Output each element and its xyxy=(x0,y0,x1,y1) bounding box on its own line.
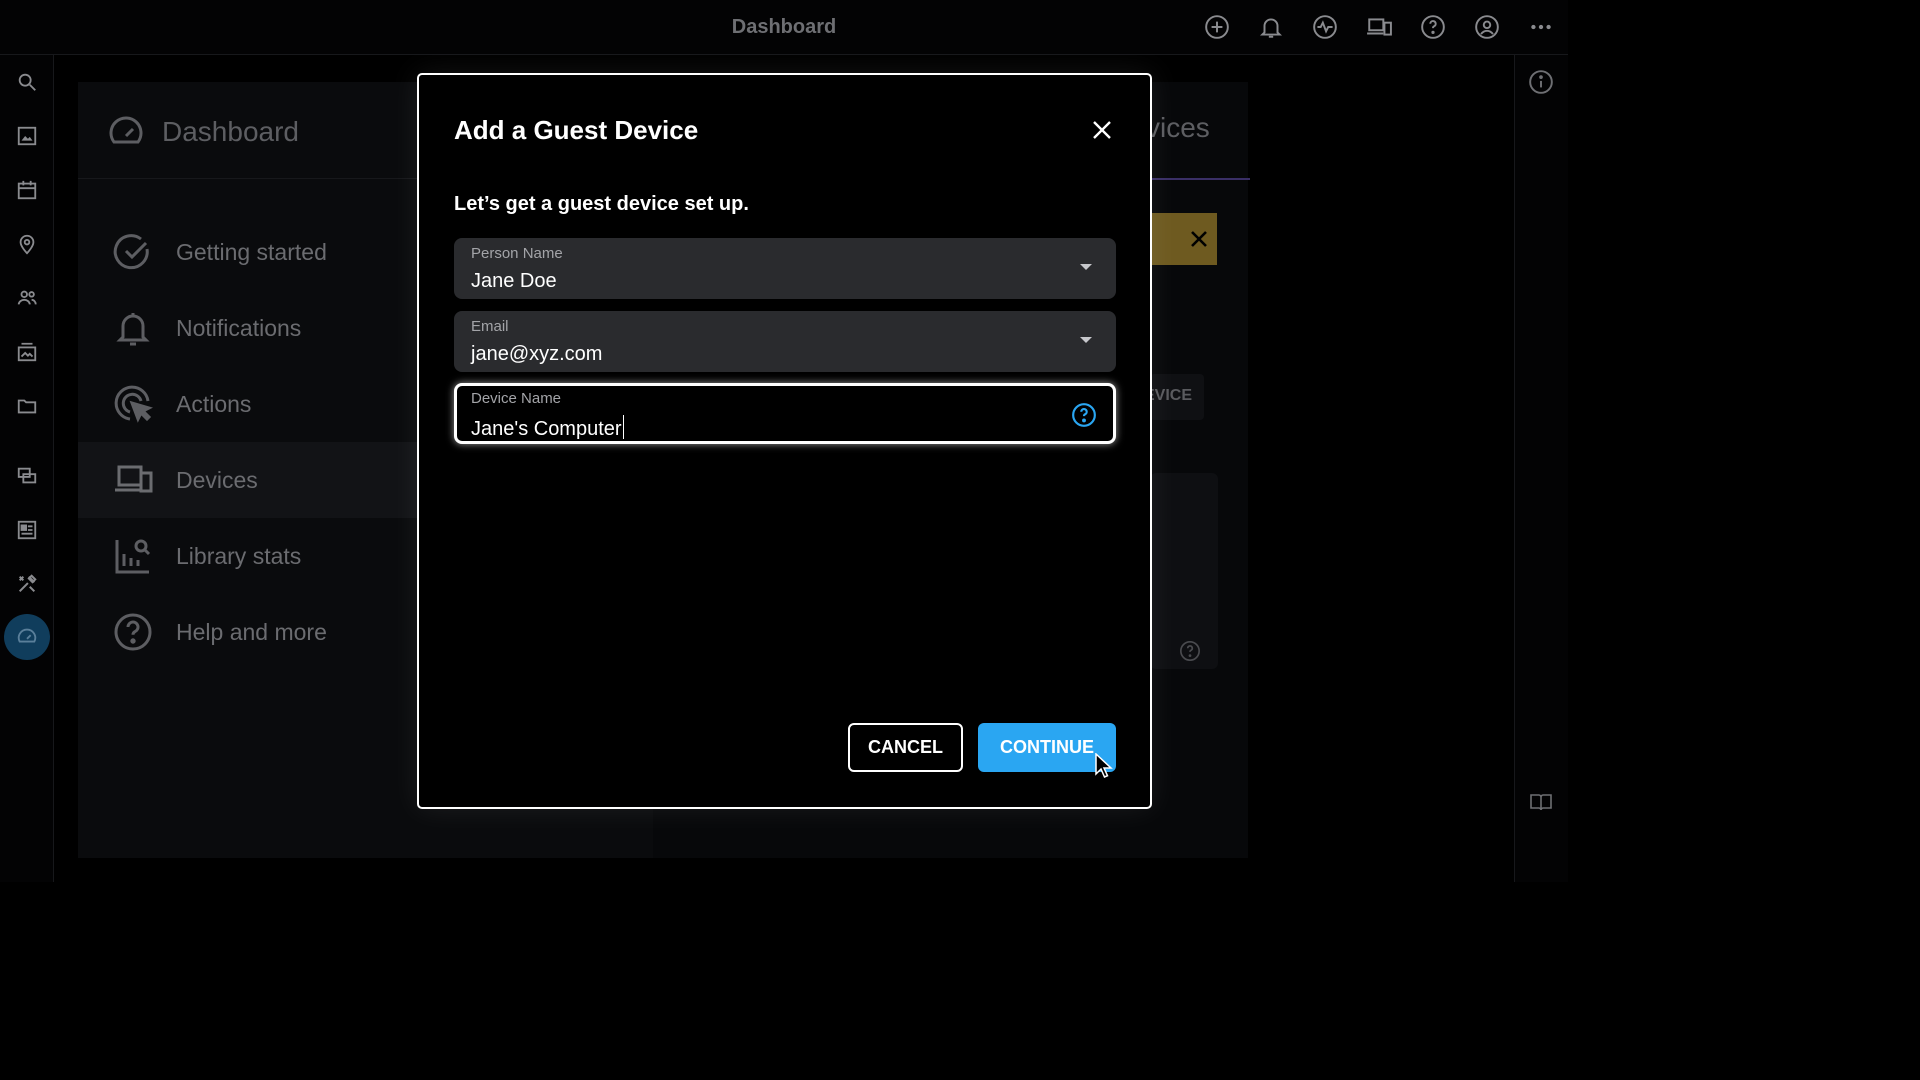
help-icon[interactable] xyxy=(1419,13,1447,41)
device-name-value-wrap[interactable]: Jane's Computer xyxy=(471,415,624,441)
slideshow-icon[interactable] xyxy=(13,462,41,490)
check-circle-icon xyxy=(112,231,154,273)
info-icon[interactable] xyxy=(1528,69,1554,95)
more-icon[interactable] xyxy=(1527,13,1555,41)
nav-item-label: Help and more xyxy=(176,618,327,645)
nav-item-label: Actions xyxy=(176,390,252,417)
device-name-label: Device Name xyxy=(471,390,562,407)
left-rail xyxy=(0,55,54,882)
help-icon[interactable] xyxy=(1071,402,1097,428)
right-rail xyxy=(1514,55,1568,882)
close-icon[interactable] xyxy=(1188,228,1210,250)
bell-icon[interactable] xyxy=(1257,13,1285,41)
nav-item-label: Devices xyxy=(176,466,258,493)
tab-indicator xyxy=(1150,178,1250,180)
tools-icon[interactable] xyxy=(13,570,41,598)
devices-icon[interactable] xyxy=(1365,13,1393,41)
settings-header: Dashboard xyxy=(106,112,299,152)
help-icon xyxy=(112,611,154,653)
folder-icon[interactable] xyxy=(13,392,41,420)
dialog-title: Add a Guest Device xyxy=(454,115,699,145)
album-icon[interactable] xyxy=(13,338,41,366)
person-name-label: Person Name xyxy=(471,245,563,262)
email-select[interactable]: Email jane@xyz.com xyxy=(454,311,1116,372)
activity-icon[interactable] xyxy=(1311,13,1339,41)
help-icon[interactable] xyxy=(1179,640,1201,662)
person-name-value: Jane Doe xyxy=(471,270,557,292)
dashboard-panel-icon[interactable] xyxy=(13,516,41,544)
device-name-value: Jane's Computer xyxy=(471,418,622,440)
calendar-icon[interactable] xyxy=(13,176,41,204)
click-icon xyxy=(112,383,154,425)
stats-icon xyxy=(112,535,154,577)
close-icon[interactable] xyxy=(1087,115,1117,145)
devices-heading: vices xyxy=(1146,112,1210,143)
devices-icon xyxy=(112,459,154,501)
nav-item-label: Getting started xyxy=(176,238,327,265)
add-guest-device-dialog: Add a Guest Device Let’s get a guest dev… xyxy=(417,73,1152,809)
search-icon[interactable] xyxy=(13,68,41,96)
settings-header-label: Dashboard xyxy=(162,116,299,147)
book-icon[interactable] xyxy=(1529,792,1553,812)
people-icon[interactable] xyxy=(13,284,41,312)
top-bar: Dashboard xyxy=(0,0,1568,55)
nav-item-label: Notifications xyxy=(176,314,302,341)
add-device-button[interactable]: EVICE xyxy=(1144,374,1204,420)
email-value: jane@xyz.com xyxy=(471,343,603,365)
location-icon[interactable] xyxy=(13,230,41,258)
mouse-pointer-icon xyxy=(1095,752,1113,779)
email-label: Email xyxy=(471,318,509,335)
chevron-down-icon xyxy=(1080,264,1092,270)
dialog-subtitle: Let’s get a guest device set up. xyxy=(454,193,749,215)
text-cursor xyxy=(622,415,624,439)
bell-icon xyxy=(112,307,154,349)
dashboard-gauge-icon xyxy=(109,116,143,144)
person-name-select[interactable]: Person Name Jane Doe xyxy=(454,238,1116,299)
nav-item-label: Library stats xyxy=(176,542,302,569)
dashboard-icon[interactable] xyxy=(4,614,50,660)
add-circle-icon[interactable] xyxy=(1203,13,1231,41)
chevron-down-icon xyxy=(1080,337,1092,343)
device-name-field[interactable]: Device Name Jane's Computer xyxy=(454,383,1116,444)
account-icon[interactable] xyxy=(1473,13,1501,41)
image-icon[interactable] xyxy=(13,122,41,150)
cancel-button[interactable]: CANCEL xyxy=(848,723,963,772)
